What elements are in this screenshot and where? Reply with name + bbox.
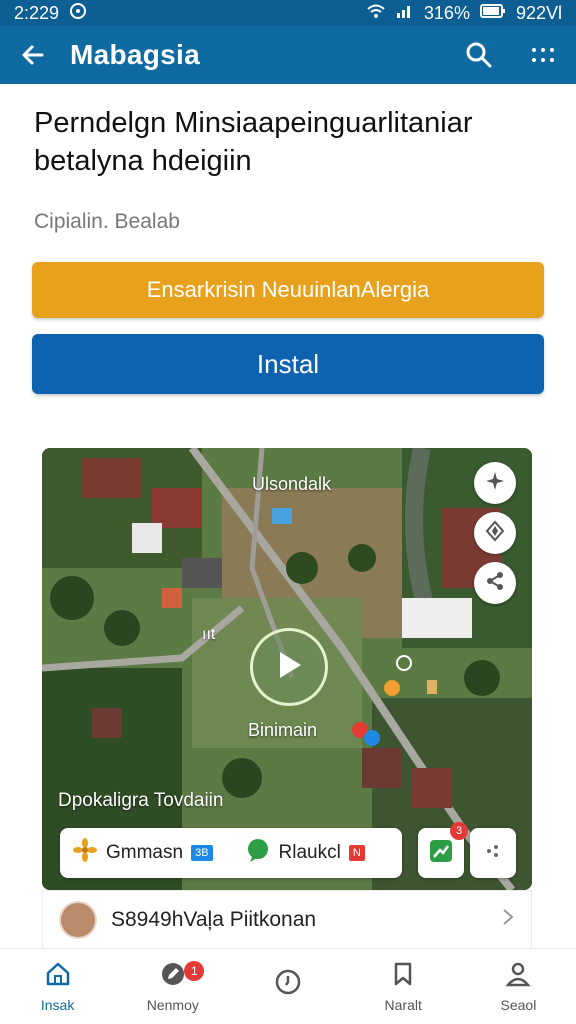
map-chart-button[interactable]: 3 (418, 822, 468, 878)
clock-icon (274, 968, 302, 999)
share-button[interactable] (474, 562, 516, 604)
avatar (59, 901, 97, 939)
sync-icon (69, 2, 87, 25)
map-more-button[interactable] (470, 828, 516, 878)
flower-icon (72, 837, 98, 869)
primary-action-button[interactable]: Ensarkrisin NeuuinlanAlergia (32, 262, 544, 318)
nav-item-home[interactable]: Insak (0, 949, 115, 1024)
nav-nenmoy-label: Nenmoy (146, 997, 199, 1013)
trend-arrow-icon (428, 838, 454, 869)
app-bar: Mabagsia (0, 26, 576, 84)
battery-icon (479, 3, 506, 24)
chip-gmmasn[interactable]: Gmmasn 3B (72, 837, 213, 869)
nav-item-clock[interactable] (230, 949, 345, 1024)
map-counter: ııt (202, 626, 216, 643)
nav-notify-badge: 1 (184, 961, 205, 981)
status-time: 2:229 (14, 2, 60, 23)
nav-profile-label: Seaol (500, 997, 537, 1013)
battery-percent: 316% (423, 2, 470, 23)
list-item-text: S8949hVaļa Piitkonan (111, 908, 317, 931)
back-arrow-icon[interactable] (18, 40, 48, 70)
nav-home-label: Insak (40, 997, 75, 1013)
app-title: Mabagsia (70, 39, 200, 70)
search-icon[interactable] (464, 40, 494, 70)
map-center-label: Binimain (248, 720, 318, 740)
chip-gmmasn-badge: 3B (191, 845, 213, 861)
bottom-nav: Insak 1 Nenmoy Naralt Seaol (0, 948, 576, 1024)
person-icon (504, 960, 532, 991)
bookmark-icon (389, 960, 417, 991)
status-extra: 922Vl (515, 2, 562, 23)
compass-button[interactable] (474, 512, 516, 554)
map-chip-bar: Gmmasn 3B Rlaukcl N (60, 828, 402, 878)
sparkle-icon (484, 470, 506, 497)
status-bar: 2:229 316% 922Vl (0, 0, 576, 26)
play-icon (274, 649, 304, 686)
chip-rlaukcl-label: Rlaukcl (278, 842, 341, 863)
nav-item-naralt[interactable]: Naralt (346, 949, 461, 1024)
home-icon (44, 960, 72, 991)
play-button[interactable] (250, 628, 328, 706)
map-bottom-label: Dpokaligra Tovdaiin (58, 790, 224, 811)
install-button[interactable]: Instal (32, 334, 544, 394)
chip-gmmasn-label: Gmmasn (106, 842, 184, 863)
nav-item-profile[interactable]: Seaol (461, 949, 576, 1024)
signal-icon (396, 3, 414, 24)
sparkle-button[interactable] (474, 462, 516, 504)
chevron-right-icon (501, 908, 515, 932)
nav-naralt-label: Naralt (384, 997, 422, 1013)
chart-notify-badge: 3 (450, 822, 468, 840)
edit-icon (159, 960, 187, 991)
chat-bubble-icon (245, 837, 271, 869)
wifi-icon (366, 3, 386, 24)
dots-icon (484, 842, 502, 865)
more-grid-icon[interactable] (528, 40, 558, 70)
page-headline: Perndelgn Minsiaapeinguarlitaniar betaly… (34, 107, 473, 177)
page-subtitle: Cipialin. Bealab (34, 210, 180, 233)
chip-rlaukcl-badge: N (348, 845, 365, 861)
map-card[interactable]: Ulsondalk ııt Binimain Dpokaligra Tovdai… (42, 448, 532, 890)
list-item[interactable]: S8949hVaļa Piitkonan (42, 890, 532, 950)
chip-rlaukcl[interactable]: Rlaukcl N (245, 837, 365, 869)
share-icon (484, 570, 506, 597)
nav-item-nenmoy[interactable]: 1 Nenmoy (115, 949, 230, 1024)
map-top-label: Ulsondalk (252, 474, 332, 494)
compass-icon (484, 519, 506, 547)
